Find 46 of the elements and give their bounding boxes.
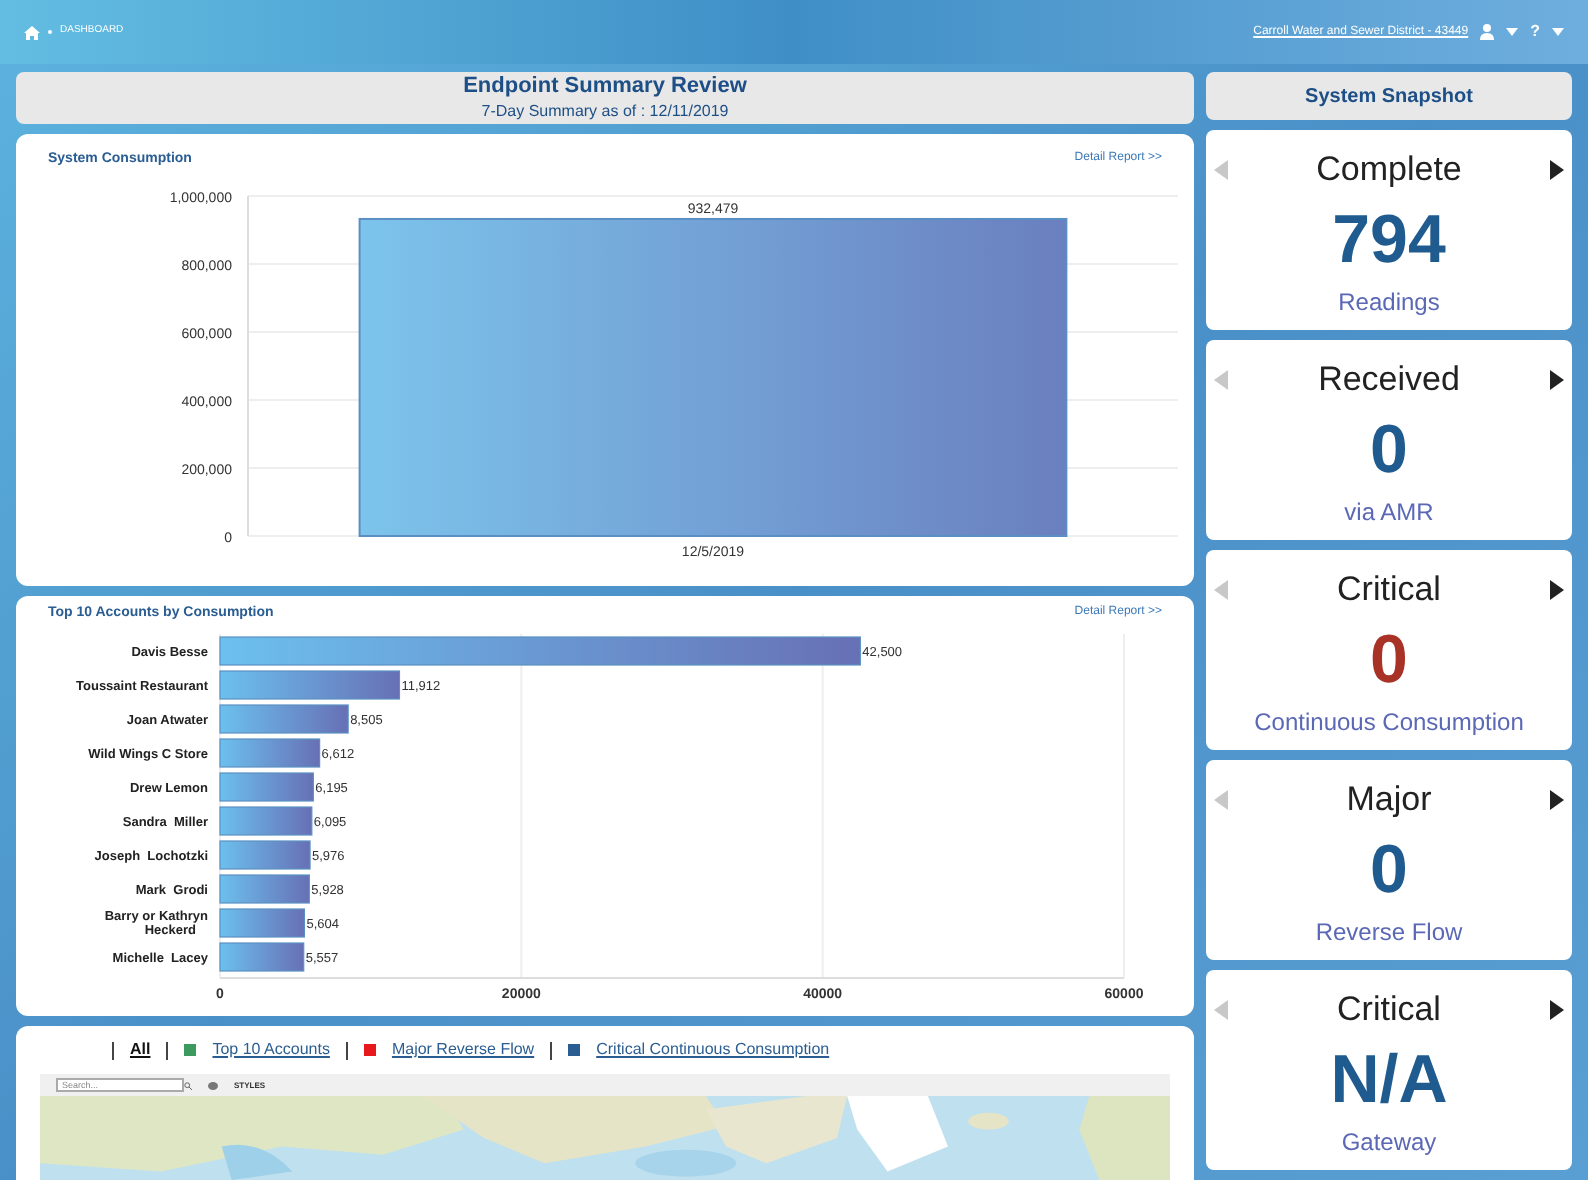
card-heading: Critical — [1337, 988, 1441, 1032]
breadcrumb-separator-icon — [48, 30, 52, 34]
card-heading: Major — [1346, 778, 1432, 822]
card-caption: Reverse Flow — [1315, 915, 1463, 949]
next-icon[interactable] — [1550, 369, 1564, 390]
card-value: 0 — [1370, 409, 1408, 491]
next-icon[interactable] — [1549, 789, 1564, 810]
bar — [219, 873, 310, 903]
legend-link[interactable]: Top 10 Accounts — [212, 1038, 330, 1062]
card-value: 0 — [1370, 619, 1408, 701]
bar — [219, 737, 321, 767]
snapshot-title: System Snapshot — [1305, 83, 1473, 111]
next-icon[interactable] — [1549, 159, 1564, 180]
legend-link[interactable]: Critical Continuous Consumption — [596, 1038, 830, 1062]
legend-link[interactable]: Major Reverse Flow — [391, 1038, 535, 1062]
card-value: N/A — [1330, 1039, 1448, 1121]
card-heading: Complete — [1316, 148, 1462, 192]
card-value: 794 — [1332, 199, 1446, 281]
search-icon — [184, 1081, 192, 1089]
caret-icon[interactable] — [1506, 28, 1519, 36]
next-icon[interactable] — [1549, 999, 1564, 1020]
bar — [219, 907, 306, 937]
card-value: 0 — [1370, 829, 1408, 911]
card-caption: Gateway — [1341, 1125, 1437, 1159]
previous-icon[interactable] — [1214, 159, 1228, 180]
bar — [219, 703, 349, 733]
card-heading: Received — [1318, 358, 1460, 402]
caret-icon[interactable] — [1552, 28, 1564, 36]
bar — [219, 805, 313, 835]
bar — [219, 941, 305, 971]
previous-icon[interactable] — [1214, 789, 1228, 810]
next-icon[interactable] — [1549, 579, 1564, 600]
card-heading: Critical — [1337, 568, 1441, 612]
home-icon[interactable] — [24, 25, 40, 39]
card-caption: Continuous Consumption — [1254, 705, 1524, 739]
bar — [219, 839, 311, 869]
legend-link[interactable]: All — [130, 1038, 151, 1062]
card-caption: Readings — [1338, 285, 1440, 319]
summary-subtitle: 7-Day Summary as of : 12/11/2019 — [481, 101, 729, 122]
bar — [219, 771, 314, 801]
summary-title: Endpoint Summary Review — [463, 74, 747, 102]
user-icon[interactable] — [1480, 24, 1495, 40]
previous-icon[interactable] — [1214, 369, 1228, 390]
card-caption: via AMR — [1344, 495, 1434, 529]
previous-icon[interactable] — [1214, 999, 1228, 1020]
previous-icon[interactable] — [1214, 579, 1228, 600]
